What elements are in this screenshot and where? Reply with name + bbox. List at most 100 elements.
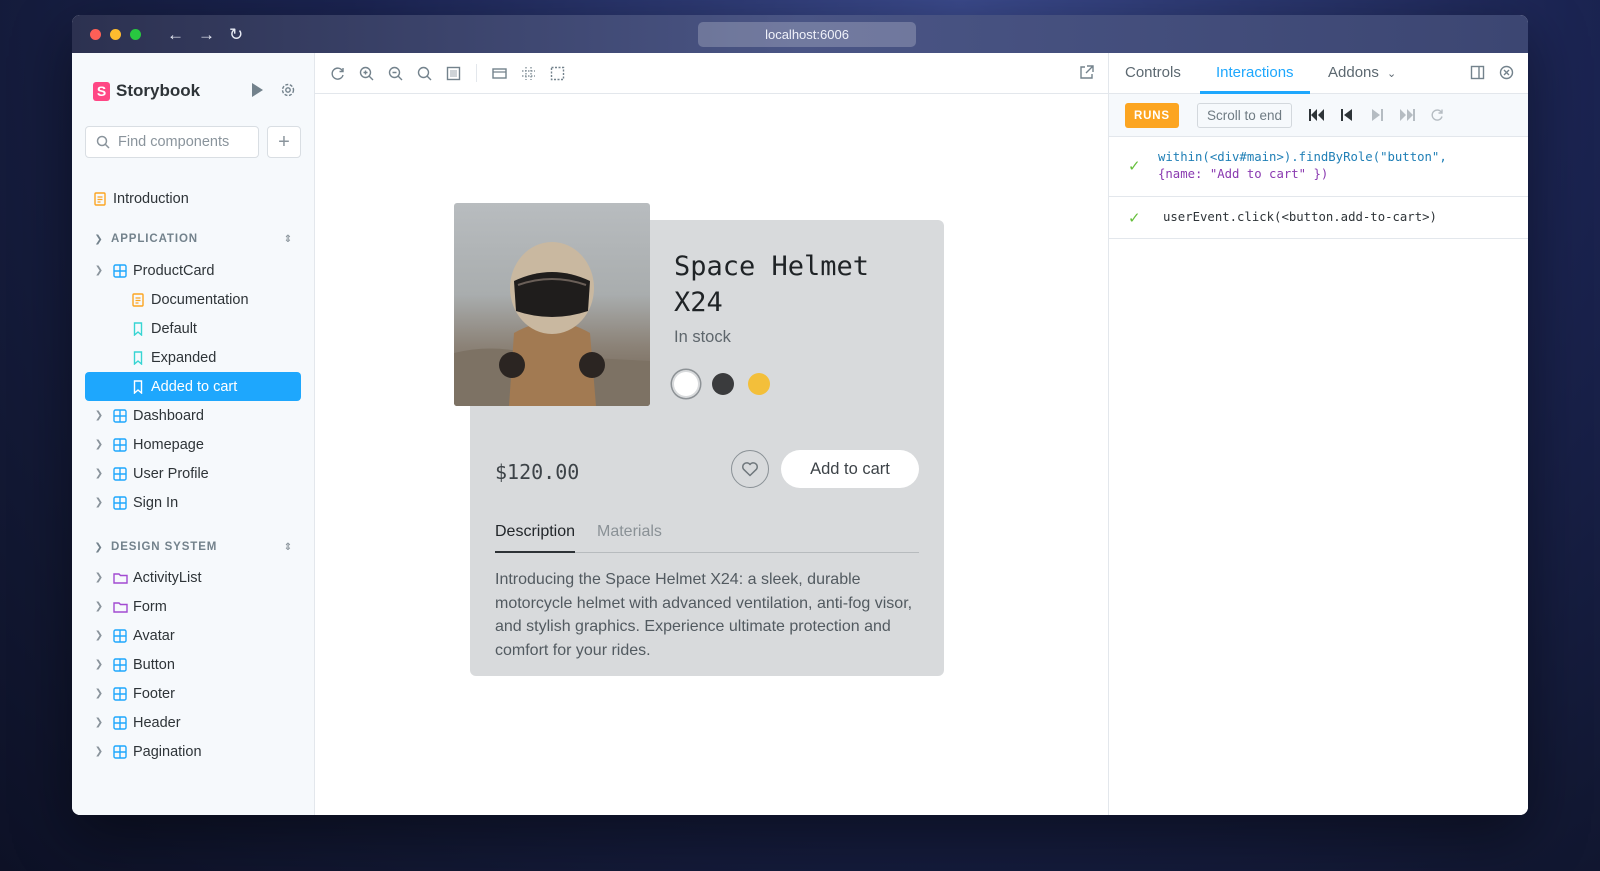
component-icon	[113, 744, 127, 759]
sidebar-item-label: Avatar	[133, 627, 175, 644]
sidebar-item-label: Homepage	[133, 436, 204, 453]
go-to-end-icon[interactable]	[1399, 108, 1415, 122]
chevron-down-icon: ❯	[94, 746, 104, 757]
minimize-window-button[interactable]	[110, 28, 121, 40]
reload-icon[interactable]: ↻	[229, 26, 243, 43]
sidebar-item-activitylist[interactable]: ❯ ActivityList	[85, 563, 301, 592]
section-application[interactable]: ❯ APPLICATION ⇕	[85, 227, 301, 251]
step-forward-icon[interactable]	[1369, 108, 1385, 122]
swatch-dark[interactable]	[712, 373, 734, 395]
close-window-button[interactable]	[90, 28, 101, 40]
component-icon	[113, 263, 127, 278]
sidebar-item-productcard[interactable]: ❯ ProductCard	[85, 256, 301, 285]
rerun-icon[interactable]	[1429, 108, 1445, 122]
component-icon	[113, 715, 127, 730]
tab-addons-label: Addons	[1328, 64, 1379, 81]
sidebar-item-default[interactable]: Default	[85, 314, 301, 343]
document-icon	[93, 191, 107, 206]
interaction-line: {name: "Add to cart" })	[1158, 167, 1329, 181]
outline-icon[interactable]	[549, 65, 565, 81]
interaction-row[interactable]: ✓ userEvent.click(<button.add-to-cart>)	[1109, 197, 1528, 239]
tab-controls[interactable]: Controls	[1125, 53, 1181, 94]
sidebar-item-avatar[interactable]: ❯ Avatar	[85, 621, 301, 650]
component-icon	[113, 686, 127, 701]
window-controls	[90, 28, 141, 40]
favorite-button[interactable]	[731, 450, 769, 488]
add-to-cart-button[interactable]: Add to cart	[781, 450, 919, 488]
sidebar-item-button[interactable]: ❯ Button	[85, 650, 301, 679]
address-bar[interactable]: localhost:6006	[698, 22, 916, 47]
component-icon	[113, 495, 127, 510]
panel-tabs: Controls Interactions Addons ⌄	[1109, 53, 1528, 94]
swatch-white[interactable]	[674, 372, 698, 396]
section-title: DESIGN SYSTEM	[111, 541, 218, 553]
sidebar-item-label: Sign In	[133, 494, 179, 511]
search-field[interactable]	[85, 126, 259, 158]
interaction-code: within(<div#main>).findByRole("button", …	[1158, 149, 1447, 183]
remount-icon[interactable]	[329, 65, 345, 81]
viewport-icon[interactable]	[491, 65, 507, 81]
close-panel-icon[interactable]	[1499, 65, 1514, 80]
zoom-out-icon[interactable]	[387, 65, 403, 81]
story-preview: Space Helmet X24 In stock $120.00 Add to…	[315, 53, 1108, 815]
component-icon	[113, 437, 127, 452]
reset-zoom-icon[interactable]	[416, 65, 432, 81]
go-to-start-icon[interactable]	[1309, 108, 1325, 122]
sidebar-item-form[interactable]: ❯ Form	[85, 592, 301, 621]
sidebar-item-expanded[interactable]: Expanded	[85, 343, 301, 372]
tab-description[interactable]: Description	[495, 520, 576, 553]
storybook-brand[interactable]: S Storybook	[93, 81, 200, 101]
panel-orientation-icon[interactable]	[1470, 65, 1485, 80]
sidebar-item-homepage[interactable]: ❯ Homepage	[85, 430, 301, 459]
sidebar-item-label: Added to cart	[151, 378, 238, 395]
component-icon	[113, 657, 127, 672]
component-icon	[113, 408, 127, 423]
sidebar-item-footer[interactable]: ❯ Footer	[85, 679, 301, 708]
zoom-in-icon[interactable]	[358, 65, 374, 81]
tab-materials[interactable]: Materials	[597, 520, 662, 553]
interaction-code: userEvent.click(<button.add-to-cart>)	[1163, 209, 1437, 226]
expand-collapse-icon[interactable]: ⇕	[284, 234, 293, 245]
product-description: Introducing the Space Helmet X24: a slee…	[495, 571, 913, 659]
sidebar-item-label: ActivityList	[133, 569, 202, 586]
play-icon[interactable]	[250, 82, 264, 98]
maximize-window-button[interactable]	[130, 28, 141, 40]
storybook-sidebar: S Storybook + Introduction ❯	[72, 53, 315, 815]
grid-icon[interactable]	[520, 65, 536, 81]
open-new-tab-icon[interactable]	[1079, 65, 1094, 85]
expand-collapse-icon[interactable]: ⇕	[284, 542, 293, 553]
document-icon	[131, 292, 145, 307]
swatch-yellow[interactable]	[748, 373, 770, 395]
interaction-row[interactable]: ✓ within(<div#main>).findByRole("button"…	[1109, 137, 1528, 197]
section-design-system[interactable]: ❯ DESIGN SYSTEM ⇕	[85, 535, 301, 559]
sidebar-item-label: Default	[151, 320, 197, 337]
product-tabs: Description Materials	[495, 520, 919, 553]
sidebar-item-dashboard[interactable]: ❯ Dashboard	[85, 401, 301, 430]
gear-icon[interactable]	[280, 82, 296, 98]
sidebar-item-user-profile[interactable]: ❯ User Profile	[85, 459, 301, 488]
add-story-button[interactable]: +	[267, 126, 301, 158]
browser-titlebar: ← → ↻ localhost:6006	[72, 15, 1528, 53]
interactions-controls: RUNS Scroll to end	[1109, 94, 1528, 137]
scroll-to-end-button[interactable]: Scroll to end	[1197, 103, 1293, 128]
sidebar-item-label: Button	[133, 656, 175, 673]
toolbar-divider	[476, 64, 477, 82]
step-back-icon[interactable]	[1339, 108, 1355, 122]
tab-interactions[interactable]: Interactions	[1200, 53, 1310, 94]
sidebar-item-sign-in[interactable]: ❯ Sign In	[85, 488, 301, 517]
back-arrow-icon[interactable]: ←	[167, 26, 184, 43]
check-icon: ✓	[1128, 158, 1141, 175]
sidebar-item-introduction[interactable]: Introduction	[85, 184, 301, 213]
background-icon[interactable]	[445, 65, 461, 81]
stock-status: In stock	[674, 328, 731, 346]
interaction-line: within(<div#main>).findByRole("button",	[1158, 150, 1447, 164]
search-input[interactable]	[118, 134, 248, 150]
chevron-right-icon: ❯	[94, 233, 104, 245]
tab-addons[interactable]: Addons ⌄	[1328, 53, 1396, 94]
sidebar-item-added-to-cart[interactable]: Added to cart	[85, 372, 301, 401]
sidebar-item-pagination[interactable]: ❯ Pagination	[85, 737, 301, 766]
sidebar-item-documentation[interactable]: Documentation	[85, 285, 301, 314]
product-image	[454, 203, 650, 406]
forward-arrow-icon[interactable]: →	[198, 26, 215, 43]
sidebar-item-header[interactable]: ❯ Header	[85, 708, 301, 737]
